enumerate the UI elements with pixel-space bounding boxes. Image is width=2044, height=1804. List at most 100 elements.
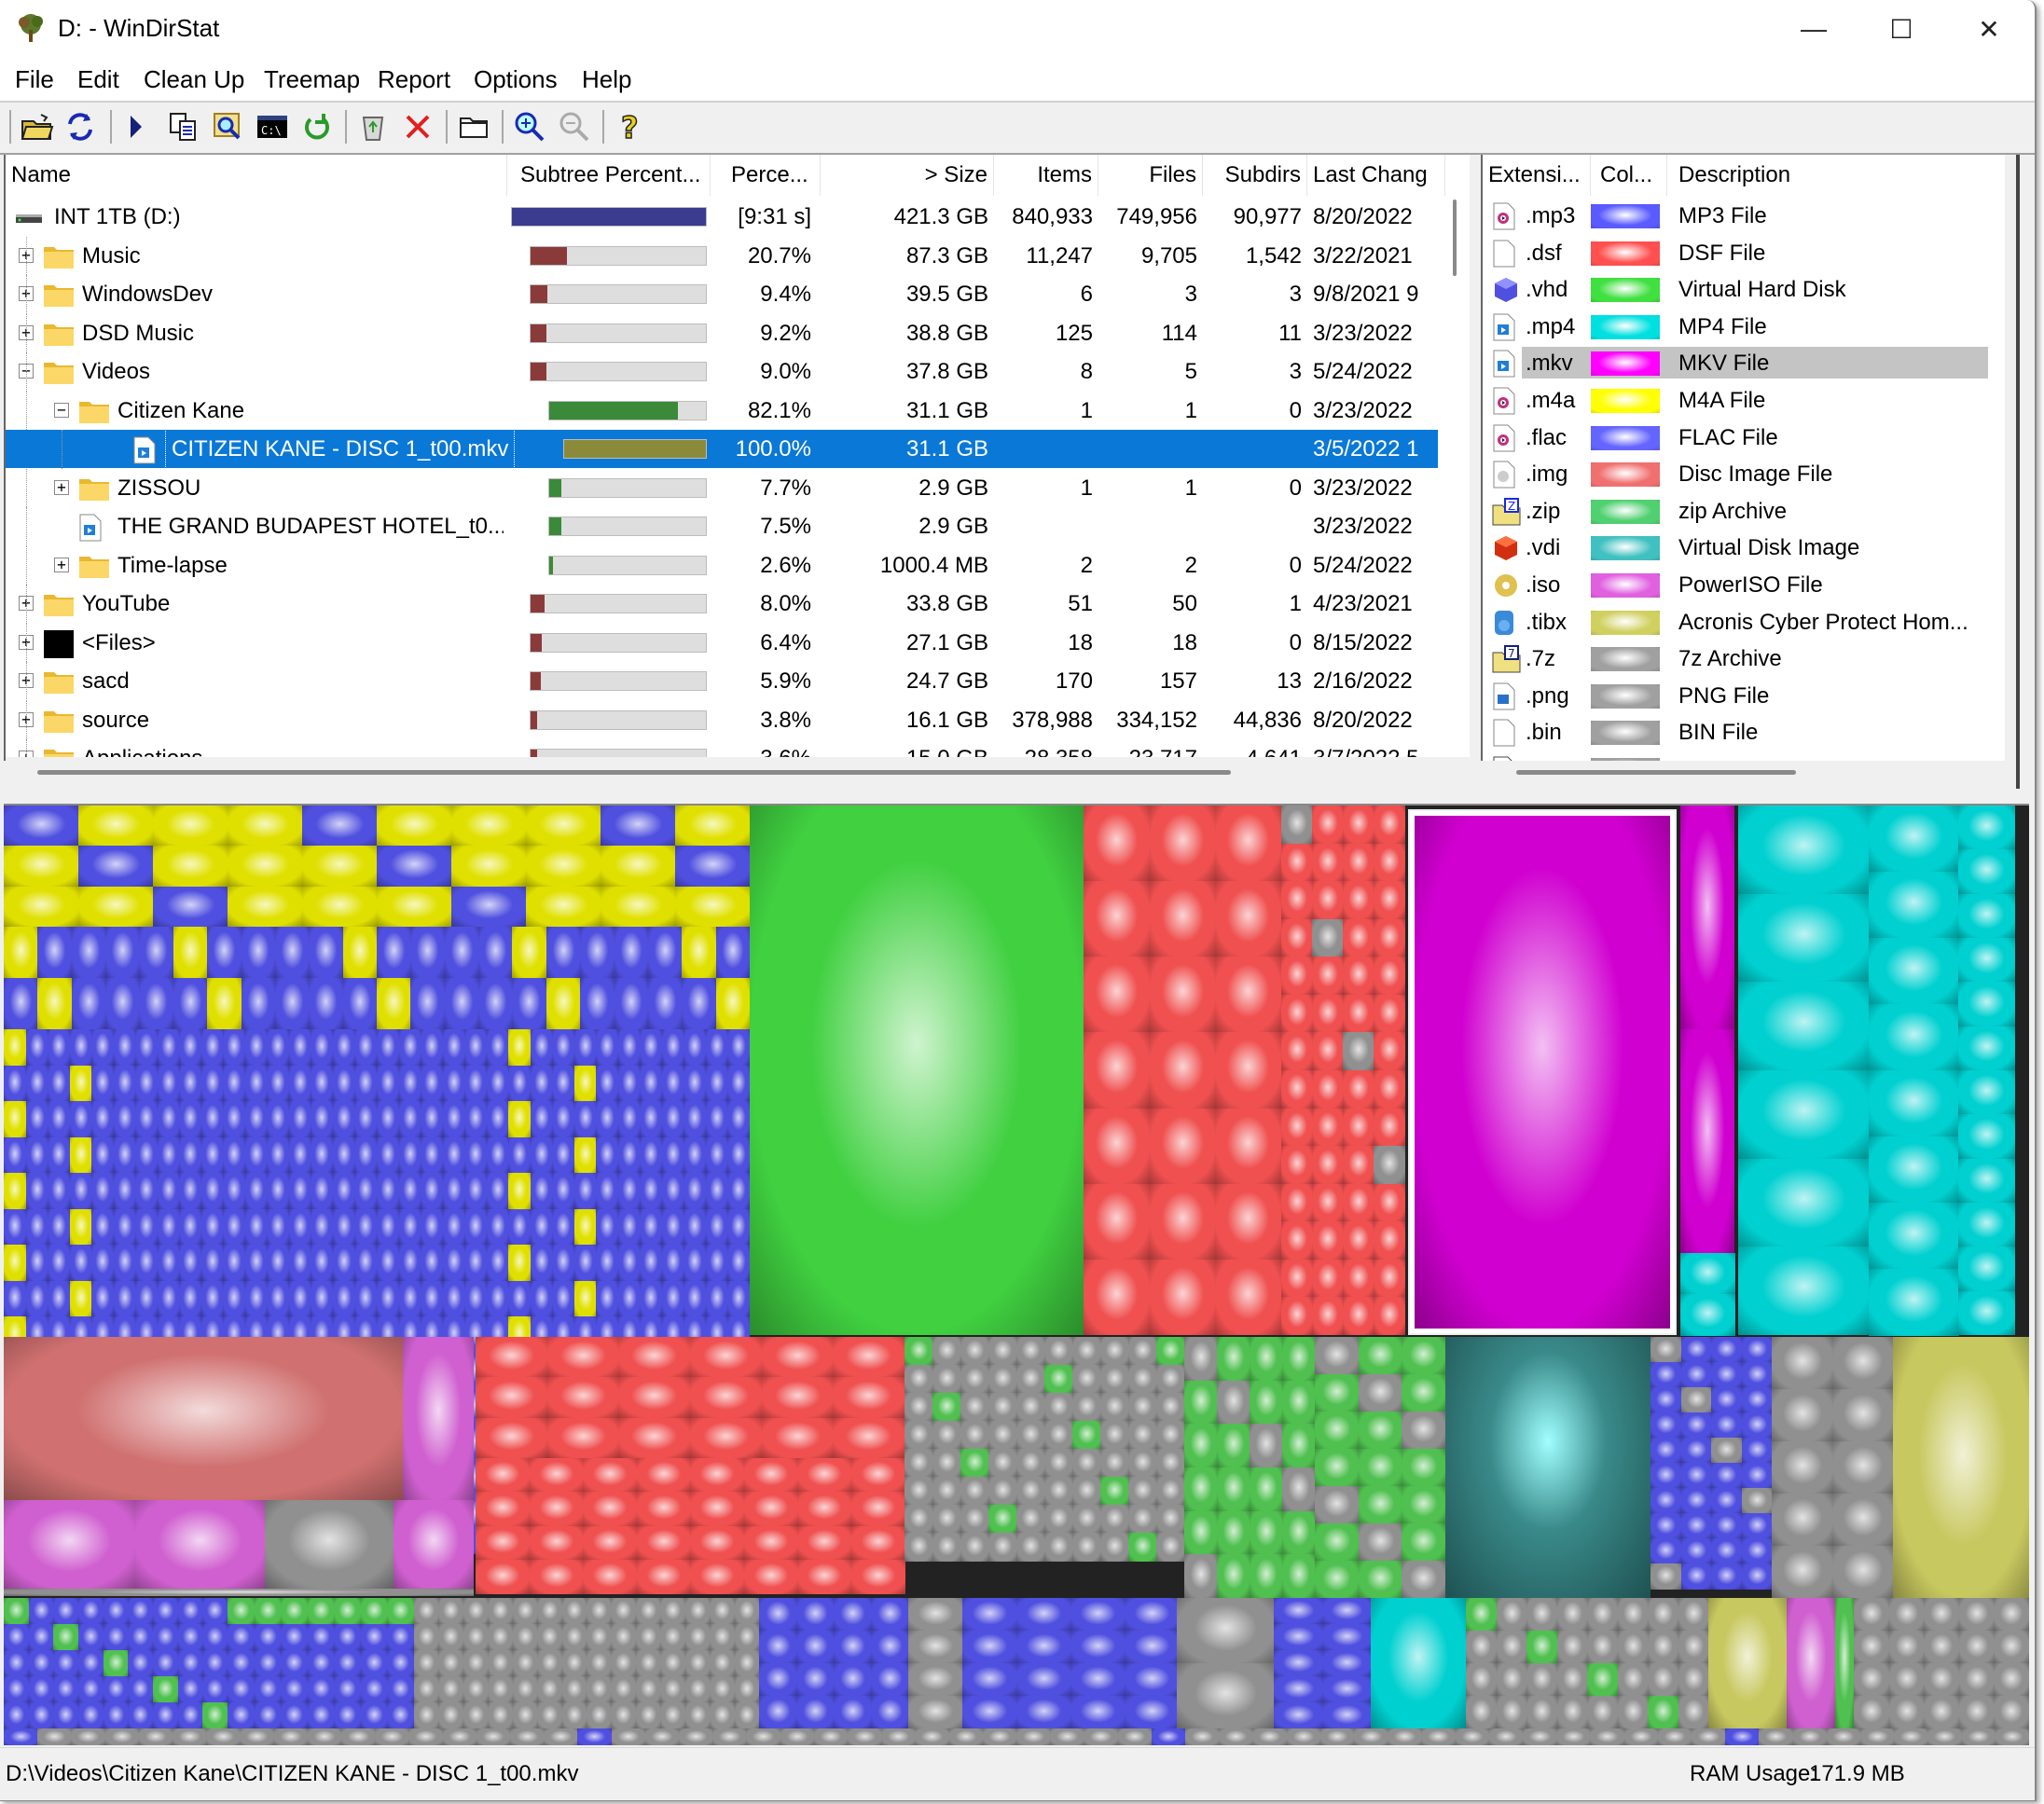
treemap-block-mp3[interactable] [1680,1463,1712,1489]
treemap-block-other[interactable] [1556,1696,1588,1729]
treemap-block-mp3[interactable] [4,1065,27,1102]
treemap-block-dsf[interactable] [743,1525,798,1561]
treemap-block-mp3[interactable] [48,1029,71,1066]
treemap-block-dsf[interactable] [690,1458,744,1493]
treemap-block-other[interactable] [988,1365,1017,1394]
treemap-block-other[interactable] [587,1676,612,1703]
treemap-block-mp3[interactable] [661,1065,684,1102]
treemap-block-other[interactable] [1648,1696,1678,1729]
treemap-block-mp3[interactable] [398,1029,421,1066]
treemap-block-dsf[interactable] [1312,994,1344,1033]
treemap-block-other[interactable] [734,1702,760,1729]
treemap-block-mp3[interactable] [508,1245,532,1281]
treemap-block-mp3[interactable] [4,1136,27,1174]
treemap-block-mp3[interactable] [153,1676,179,1703]
treemap-block-other[interactable] [587,1650,612,1677]
treemap-block-other[interactable] [1924,1663,1960,1697]
treemap-block-zip[interactable] [1402,1374,1446,1412]
treemap-block-mp3[interactable] [398,1280,421,1317]
treemap-block-other[interactable] [1496,1598,1527,1632]
treemap-block-other[interactable] [988,1533,1017,1562]
treemap-block-mp3[interactable] [421,1280,444,1317]
treemap-block-mp3[interactable] [332,1029,355,1066]
treemap-block-mp3[interactable] [684,1208,707,1246]
treemap-block-dsf[interactable] [1343,1032,1374,1071]
treemap-block-m4a[interactable] [675,806,751,847]
treemap-block-mp4[interactable] [1869,1070,1959,1137]
treemap-block-other[interactable] [932,1421,961,1450]
extension-row[interactable]: .mp3 MP3 File [1483,198,1986,234]
extension-list[interactable]: Extensi... Col... Description .mp3 MP3 Fi… [1481,155,2005,761]
treemap-block-other[interactable] [1587,1663,1618,1697]
treemap-block-mp4[interactable] [1958,1290,2015,1336]
treemap-block-dsf[interactable] [1312,957,1344,996]
treemap-block-mp3[interactable] [908,1696,963,1729]
treemap-block-mp3[interactable] [228,1598,256,1625]
treemap-block-mp3[interactable] [1711,1488,1742,1514]
treemap-block-dsf[interactable] [1312,1146,1344,1185]
extension-row[interactable]: .flac FLAC File [1483,420,1986,456]
treemap-block-other[interactable] [813,1728,849,1745]
treemap-block-mp3[interactable] [1274,1676,1323,1703]
treemap-block-mp4[interactable] [1738,893,1870,983]
treemap-block-mp3[interactable] [113,1280,136,1317]
treemap-block-other[interactable] [679,1728,713,1745]
treemap-block-mp3[interactable] [684,1065,707,1102]
treemap-block-other[interactable] [173,1728,207,1745]
treemap-block-other[interactable] [1526,1696,1557,1729]
treemap-block-mp3[interactable] [281,1624,309,1651]
treemap-block-mp3[interactable] [25,1280,48,1317]
treemap-block-other[interactable] [1466,1598,1497,1632]
treemap-block-mp3[interactable] [410,978,446,1030]
treemap-block-m4a[interactable] [377,886,452,928]
treemap-block-mp3[interactable] [705,1173,728,1209]
treemap-block-mp3[interactable] [254,1650,282,1677]
treemap-block-other[interactable] [1044,1505,1073,1534]
treemap-block-mp3[interactable] [177,1702,203,1729]
treemap-block-dsf[interactable] [761,1337,834,1378]
treemap-block-other[interactable] [1156,1393,1185,1422]
treemap-block-mp3[interactable] [254,1676,282,1703]
treemap-block-mp3[interactable] [281,1676,309,1703]
treemap-block-other[interactable] [1156,1449,1185,1478]
treemap-block-dsf[interactable] [797,1525,851,1561]
treemap-block-mp3[interactable] [179,1065,202,1102]
treemap-block-other[interactable] [988,1449,1017,1478]
treemap-block-dsf[interactable] [1149,957,1216,1033]
menu-file[interactable]: File [15,65,54,94]
treemap-block-dsf[interactable] [546,1417,619,1459]
treemap-block-mp3[interactable] [640,1280,663,1317]
treemap-block-other[interactable] [1924,1598,1960,1632]
treemap-block-other[interactable] [1888,1696,1925,1729]
treemap-block-mp3[interactable] [354,1136,378,1174]
treemap-block-mp3[interactable] [157,1101,180,1137]
treemap-block-mp3[interactable] [274,927,310,979]
treemap-block-mp3[interactable] [25,1065,48,1102]
treemap-block-dsf[interactable] [1281,881,1313,920]
treemap-block-zip[interactable] [1217,1380,1250,1425]
treemap-block-other[interactable] [1772,1546,1833,1599]
treemap-block-other[interactable] [932,1365,961,1394]
treemap-block-mp3[interactable] [962,1696,1017,1729]
extension-row[interactable]: .vhd Virtual Hard Disk [1483,271,1986,308]
treemap-block-mp3[interactable] [223,1245,246,1281]
treemap-block-other[interactable] [1044,1533,1073,1562]
close-button[interactable]: ✕ [1956,7,2022,50]
extension-row[interactable]: .bin BIN File [1483,714,1986,751]
treemap-block-mp3[interactable] [640,1136,663,1174]
treemap-block-dsf[interactable] [1343,1183,1374,1222]
treemap-block-mp3[interactable] [871,1696,909,1729]
treemap-block-mp3[interactable] [241,978,276,1030]
treemap-block-mp3[interactable] [202,1702,228,1729]
treemap-block-mp3[interactable] [1711,1538,1742,1564]
treemap-block-mp3[interactable] [617,1173,641,1209]
treemap-block-zip[interactable] [1835,1598,1854,1728]
treemap-block-img[interactable] [4,1337,403,1500]
treemap-block-other[interactable] [1128,1337,1157,1366]
treemap-block-other[interactable] [1772,1441,1833,1494]
treemap-block-dsf[interactable] [690,1559,744,1594]
treemap-block-other[interactable] [1016,1337,1045,1366]
treemap-block-mp3[interactable] [486,1245,509,1281]
treemap-block-dsf[interactable] [618,1377,691,1419]
tree-row[interactable]: + sacd 5.9% 24.7 GB 170 157 13 2/16/2022 [6,662,1438,700]
